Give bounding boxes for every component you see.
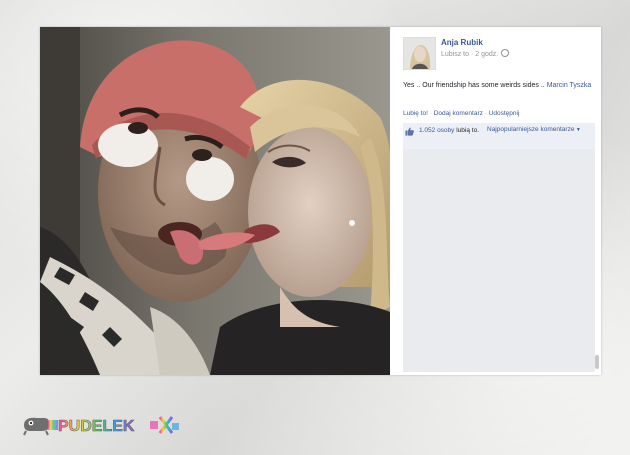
avatar[interactable]: [403, 37, 436, 70]
separator: ·: [484, 110, 487, 117]
post-meta-text: Lubisz to · 2 godz.: [441, 51, 499, 58]
post-photo[interactable]: [40, 27, 390, 375]
scrollbar[interactable]: [595, 355, 599, 369]
tagged-user-link[interactable]: Marcin Tyszka: [547, 82, 592, 89]
like-link[interactable]: Lubię to!: [403, 110, 428, 117]
facebook-photo-viewer: Anja Rubik Lubisz to · 2 godz. Yes .. Ou…: [40, 27, 601, 375]
post-message-text: Yes .. Our friendship has some weirds si…: [403, 82, 545, 89]
post-message: Yes .. Our friendship has some weirds si…: [403, 80, 593, 91]
comment-link[interactable]: Dodaj komentarz: [434, 110, 483, 117]
post-meta: Lubisz to · 2 godz.: [441, 49, 510, 58]
post-actions: Lubię to! · Dodaj komentarz · Udostępnij: [403, 110, 519, 117]
svg-text:PUDELEK: PUDELEK: [58, 418, 135, 435]
thumbs-up-icon: [405, 127, 414, 136]
likes-count-text: 1.052 osoby lubią to.: [419, 126, 487, 135]
post-author-link[interactable]: Anja Rubik: [441, 38, 483, 47]
post-sidebar: Anja Rubik Lubisz to · 2 godz. Yes .. Ou…: [391, 27, 601, 375]
separator: ·: [429, 110, 432, 117]
likes-suffix: lubią to.: [456, 127, 480, 134]
comments-area: [403, 149, 595, 372]
chevron-down-icon: ▼: [574, 127, 581, 133]
likes-summary: 1.052 osoby lubią to. Najpopularniejsze …: [403, 123, 595, 149]
comment-sort-label: Najpopularniejsze komentarze: [487, 126, 575, 133]
share-link[interactable]: Udostępnij: [489, 110, 520, 117]
pudelek-watermark-logo: PUDELEK: [22, 411, 182, 439]
globe-icon: [501, 49, 510, 57]
likes-count-link[interactable]: 1.052 osoby: [419, 127, 454, 134]
pudelek-logo-icon: PUDELEK: [23, 416, 179, 436]
comment-sort-dropdown[interactable]: Najpopularniejsze komentarze ▼: [487, 126, 581, 133]
